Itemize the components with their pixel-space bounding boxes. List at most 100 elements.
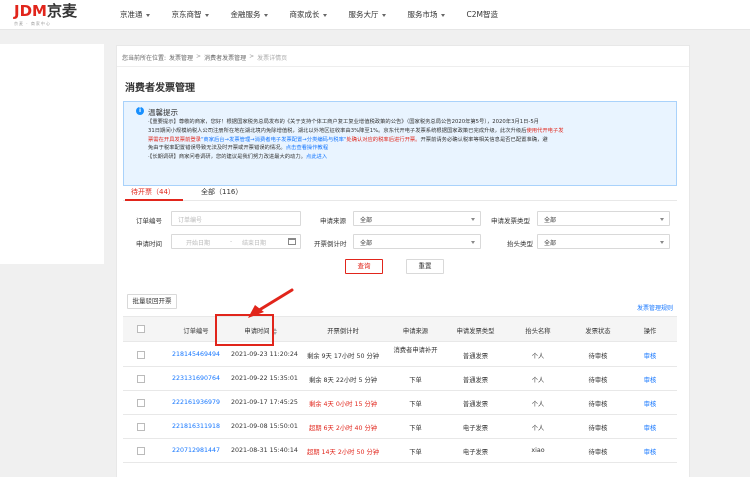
breadcrumb-prefix: 您当前所在位置: bbox=[122, 55, 167, 62]
title-type-select[interactable]: 全部 bbox=[537, 234, 670, 249]
table-row: 221816311918 2021-09-08 15:50:01 超期 6天 2小时… bbox=[123, 415, 677, 439]
invoice-type-cell: 普通发票 bbox=[462, 353, 489, 360]
invoice-type-cell: 电子发票 bbox=[462, 425, 489, 432]
survey-link[interactable]: 点此进入 bbox=[306, 154, 327, 160]
nav-item[interactable]: 金融服务 bbox=[231, 9, 268, 20]
end-date-input[interactable]: 结束日期 bbox=[242, 238, 266, 247]
title-name-cell: xiao bbox=[531, 447, 545, 454]
page-title: 消费者发票管理 bbox=[125, 83, 195, 94]
status-cell: 待审核 bbox=[588, 377, 608, 384]
query-button[interactable]: 查询 bbox=[345, 259, 383, 274]
countdown-label: 开票倒计时 bbox=[314, 240, 347, 248]
review-action-link[interactable]: 审核 bbox=[635, 351, 665, 360]
chevron-down-icon bbox=[660, 241, 664, 244]
nav-item[interactable]: 服务大厅 bbox=[349, 9, 386, 20]
tab-all[interactable]: 全部（116） bbox=[201, 187, 242, 197]
notice-box: i 温馨提示 ·【重要提示】尊敬的商家，您好！根据国家税务总局发布的《关于支持个… bbox=[123, 101, 677, 186]
breadcrumb-item[interactable]: 发票管理 bbox=[169, 53, 193, 62]
nav-item[interactable]: 京准通 bbox=[120, 9, 150, 20]
divider bbox=[117, 66, 689, 67]
breadcrumb: 您当前所在位置: 发票管理 > 消费者发票管理 > 发票详情页 bbox=[122, 53, 287, 62]
review-action-link[interactable]: 审核 bbox=[635, 399, 665, 408]
countdown-cell: 剩余 4天 0小时 15 分钟 bbox=[308, 401, 378, 408]
order-no-input[interactable]: 订单编号 bbox=[171, 211, 301, 226]
apply-time-cell: 2021-09-23 11:20:24 bbox=[231, 351, 298, 358]
row-checkbox[interactable] bbox=[137, 447, 145, 455]
nav-item[interactable]: 商家成长 bbox=[290, 9, 327, 20]
column-header: 申请发票类型 bbox=[456, 328, 495, 335]
column-header: 抬头名称 bbox=[525, 328, 551, 335]
table-row: 222161936979 2021-09-17 17:45:25 剩余 4天 0小时… bbox=[123, 391, 677, 415]
invoice-tabs: 待开票（44） 全部（116） bbox=[123, 185, 677, 201]
source-cell: 下单 bbox=[409, 401, 422, 408]
countdown-select[interactable]: 全部 bbox=[353, 234, 481, 249]
table-row: 218145469494 2021-09-23 11:20:24 剩余 9天 17小… bbox=[123, 343, 677, 367]
source-cell: 下单 bbox=[409, 449, 422, 456]
chevron-down-icon bbox=[440, 13, 445, 17]
chevron-down-icon bbox=[471, 241, 475, 244]
main-nav: 京准通 京东商智 金融服务 商家成长 服务大厅 服务市场 C2M智造 bbox=[120, 9, 520, 20]
status-cell: 待审核 bbox=[588, 353, 608, 360]
invoice-rules-link[interactable]: 发票管理规则 bbox=[637, 303, 673, 312]
source-cell: 下单 bbox=[409, 377, 422, 384]
status-cell: 待审核 bbox=[588, 425, 608, 432]
title-name-cell: 个人 bbox=[531, 377, 545, 384]
batch-reject-button[interactable]: 批量驳回开票 bbox=[127, 294, 177, 309]
column-header: 申请来源 bbox=[402, 328, 429, 335]
tab-pending[interactable]: 待开票（44） bbox=[131, 187, 175, 197]
breadcrumb-item[interactable]: 消费者发票管理 bbox=[204, 53, 246, 62]
nav-item[interactable]: 服务市场 bbox=[408, 9, 445, 20]
order-no-label: 订单编号 bbox=[136, 217, 162, 225]
column-header: 发票状态 bbox=[585, 328, 611, 335]
logo-subtitle: 京麦 · 商家中心 bbox=[14, 21, 51, 26]
row-checkbox[interactable] bbox=[137, 399, 145, 407]
status-cell: 待审核 bbox=[588, 449, 608, 456]
calendar-icon[interactable] bbox=[288, 238, 296, 245]
countdown-cell: 剩余 9天 17小时 50 分钟 bbox=[306, 353, 380, 360]
select-all-checkbox[interactable] bbox=[137, 325, 145, 333]
title-name-cell: 个人 bbox=[531, 425, 545, 432]
chevron-down-icon bbox=[660, 218, 664, 221]
apply-source-select[interactable]: 全部 bbox=[353, 211, 481, 226]
review-action-link[interactable]: 审核 bbox=[635, 423, 665, 432]
apply-source-label: 申请来源 bbox=[320, 217, 346, 225]
order-number-link[interactable]: 223131690764 bbox=[171, 375, 221, 382]
main-panel: 您当前所在位置: 发票管理 > 消费者发票管理 > 发票详情页 消费者发票管理 … bbox=[116, 45, 690, 477]
row-checkbox[interactable] bbox=[137, 423, 145, 431]
order-number-link[interactable]: 220712981447 bbox=[171, 447, 221, 454]
breadcrumb-separator: > bbox=[249, 53, 255, 60]
chevron-down-icon bbox=[322, 13, 327, 17]
notice-body: ·【重要提示】尊敬的商家，您好！根据国家税务总局发布的《关于支持个体工商户复工复… bbox=[148, 119, 564, 161]
invoice-type-label: 申请发票类型 bbox=[491, 217, 530, 225]
logo-text: JDM bbox=[14, 2, 47, 20]
chevron-down-icon bbox=[263, 13, 268, 17]
top-navigation-bar: JDM京麦 京麦 · 商家中心 京准通 京东商智 金融服务 商家成长 服务大厅 … bbox=[0, 0, 750, 30]
column-header: 订单编号 bbox=[183, 328, 209, 335]
jdm-logo[interactable]: JDM京麦 京麦 · 商家中心 bbox=[14, 4, 77, 27]
info-icon: i bbox=[136, 107, 144, 115]
chevron-down-icon bbox=[204, 13, 209, 17]
invoice-type-select[interactable]: 全部 bbox=[537, 211, 670, 226]
source-cell: 消费者申请补开 bbox=[393, 347, 438, 354]
start-date-input[interactable]: 开始日期 bbox=[186, 238, 210, 247]
order-number-link[interactable]: 222161936979 bbox=[171, 399, 221, 406]
reset-button[interactable]: 重置 bbox=[406, 259, 444, 274]
date-range-picker[interactable]: 开始日期 - 结束日期 bbox=[171, 234, 301, 249]
review-action-link[interactable]: 审核 bbox=[635, 375, 665, 384]
row-checkbox[interactable] bbox=[137, 375, 145, 383]
chevron-down-icon bbox=[471, 218, 475, 221]
order-number-link[interactable]: 221816311918 bbox=[171, 423, 221, 430]
nav-item[interactable]: C2M智造 bbox=[467, 9, 498, 20]
nav-item[interactable]: 京东商智 bbox=[172, 9, 209, 20]
annotation-arrow-icon bbox=[248, 288, 294, 318]
chevron-down-icon bbox=[381, 13, 386, 17]
apply-time-cell: 2021-09-22 15:35:01 bbox=[231, 375, 298, 382]
order-number-link[interactable]: 218145469494 bbox=[171, 351, 221, 358]
apply-time-cell: 2021-09-08 15:50:01 bbox=[231, 423, 298, 430]
review-action-link[interactable]: 审核 bbox=[635, 447, 665, 456]
row-checkbox[interactable] bbox=[137, 351, 145, 359]
source-cell: 下单 bbox=[409, 425, 422, 432]
breadcrumb-item-current: 发票详情页 bbox=[257, 55, 288, 62]
column-header: 操作 bbox=[643, 328, 657, 335]
tutorial-link[interactable]: 点击查看操作教程 bbox=[286, 145, 328, 151]
